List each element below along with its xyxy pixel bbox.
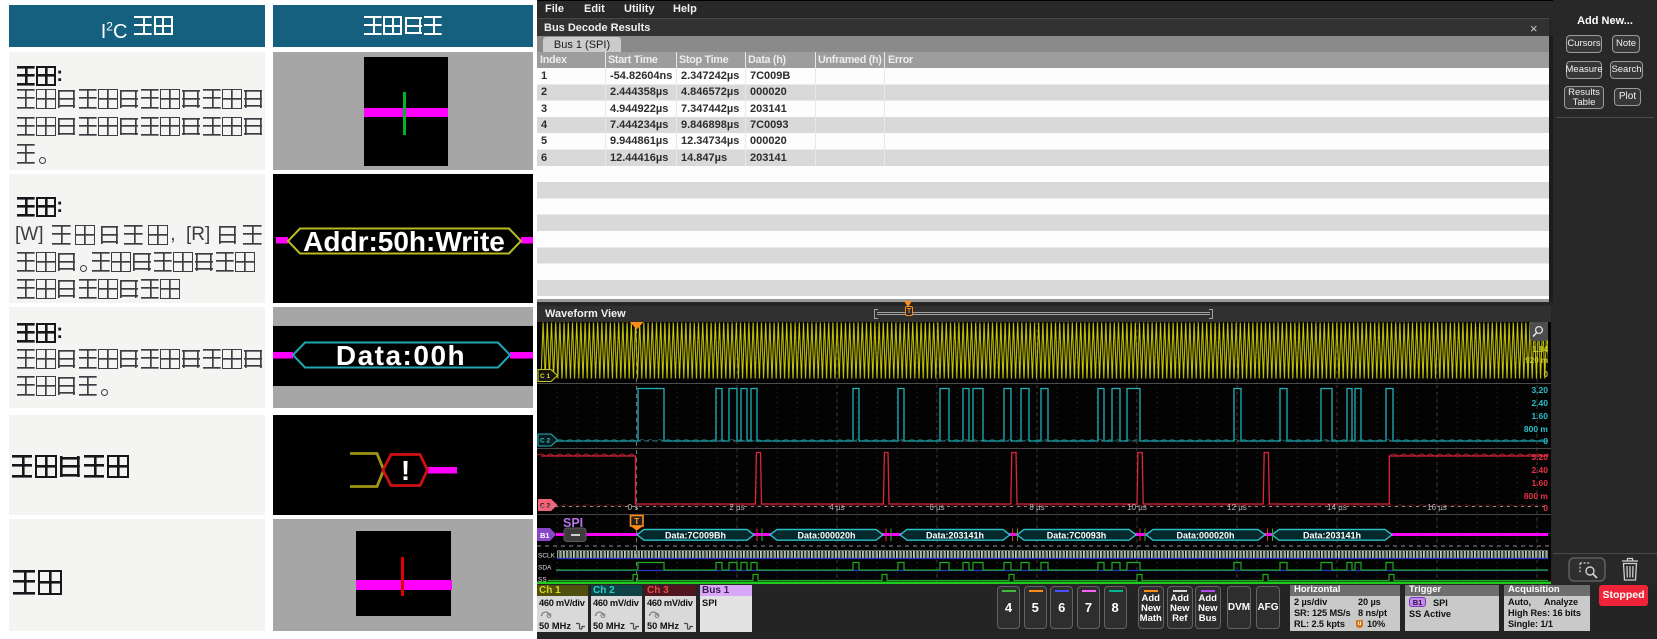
svg-text:C 1: C 1 — [540, 373, 551, 380]
svg-text:Addr:50h:Write: Addr:50h:Write — [303, 226, 505, 257]
svg-text:1.60: 1.60 — [1531, 411, 1548, 421]
svg-text:920 m: 920 m — [1525, 356, 1548, 365]
svg-text:0: 0 — [1544, 370, 1549, 379]
svg-text:Data:00h: Data:00h — [336, 340, 466, 371]
svg-text:Data:000020h: Data:000020h — [797, 531, 855, 541]
svg-text:4 µs: 4 µs — [829, 503, 844, 512]
svg-text:B1: B1 — [540, 531, 550, 540]
svg-text:3.20: 3.20 — [1531, 385, 1548, 395]
svg-text:C 2: C 2 — [540, 438, 551, 445]
svg-text:SCLK: SCLK — [538, 553, 556, 560]
svg-text:1.60: 1.60 — [1531, 478, 1548, 488]
svg-text:2.40: 2.40 — [1531, 398, 1548, 408]
svg-text:!: ! — [401, 455, 410, 486]
svg-text:0: 0 — [1543, 503, 1548, 513]
svg-text:2 µs: 2 µs — [729, 503, 744, 512]
svg-text:6 µs: 6 µs — [929, 503, 944, 512]
svg-text:Data:000020h: Data:000020h — [1176, 531, 1234, 541]
svg-text:Data:203141h: Data:203141h — [926, 531, 984, 541]
svg-text:Data:7C0093h: Data:7C0093h — [1047, 531, 1107, 541]
svg-text:10 µs: 10 µs — [1127, 503, 1147, 512]
svg-text:8 µs: 8 µs — [1029, 503, 1044, 512]
svg-text:14 µs: 14 µs — [1327, 503, 1347, 512]
svg-text:3.20: 3.20 — [1531, 452, 1548, 462]
svg-text:12 µs: 12 µs — [1227, 503, 1247, 512]
svg-text:SDA: SDA — [538, 565, 552, 572]
svg-text:2.40: 2.40 — [1531, 465, 1548, 475]
svg-text:16 µs: 16 µs — [1427, 503, 1447, 512]
svg-text:800 m: 800 m — [1524, 491, 1549, 501]
svg-text:Data:7C009Bh: Data:7C009Bh — [665, 531, 726, 541]
svg-text:Data:203141h: Data:203141h — [1303, 531, 1361, 541]
svg-text:T: T — [634, 516, 640, 526]
svg-text:0 s: 0 s — [628, 503, 639, 512]
svg-text:800 m: 800 m — [1524, 424, 1549, 434]
svg-text:1.84: 1.84 — [1532, 345, 1548, 354]
